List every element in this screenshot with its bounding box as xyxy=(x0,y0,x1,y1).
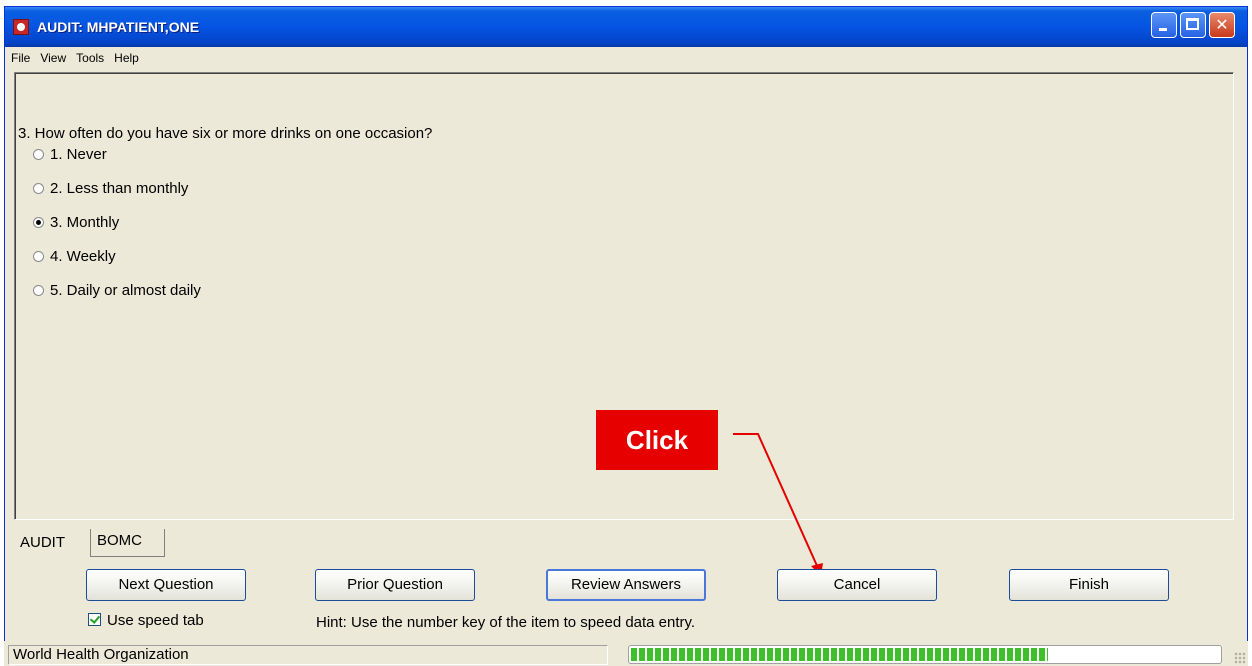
option-daily[interactable]: 5. Daily or almost daily xyxy=(33,282,201,299)
radio-monthly[interactable] xyxy=(33,216,44,228)
radio-less-than-monthly[interactable] xyxy=(33,182,44,194)
option-less-than-monthly[interactable]: 2. Less than monthly xyxy=(33,180,188,197)
question-text: 3. How often do you have six or more dri… xyxy=(18,125,433,142)
minimize-button[interactable] xyxy=(1151,12,1177,38)
speed-tab-option[interactable]: Use speed tab xyxy=(88,612,204,629)
status-text: World Health Organization xyxy=(8,645,608,665)
finish-button[interactable]: Finish xyxy=(1009,569,1169,601)
status-bar: World Health Organization xyxy=(4,641,1248,666)
title-bar[interactable]: AUDIT: MHPATIENT,ONE ✕ xyxy=(5,7,1247,47)
tab-bomc[interactable]: BOMC xyxy=(90,529,165,557)
tab-audit[interactable]: AUDIT xyxy=(14,529,90,557)
cancel-button[interactable]: Cancel xyxy=(777,569,937,601)
next-question-button[interactable]: Next Question xyxy=(86,569,246,601)
menu-tools[interactable]: Tools xyxy=(71,47,109,69)
option-never[interactable]: 1. Never xyxy=(33,146,107,163)
option-label: 5. Daily or almost daily xyxy=(50,282,201,299)
radio-weekly[interactable] xyxy=(33,250,44,262)
minimize-icon xyxy=(1159,28,1167,31)
option-label: 1. Never xyxy=(50,146,107,163)
close-icon: ✕ xyxy=(1215,15,1229,34)
menu-help[interactable]: Help xyxy=(109,47,144,69)
radio-daily[interactable] xyxy=(33,284,44,296)
option-weekly[interactable]: 4. Weekly xyxy=(33,248,116,265)
menu-view[interactable]: View xyxy=(35,47,71,69)
option-label: 2. Less than monthly xyxy=(50,180,189,197)
maximize-icon xyxy=(1186,18,1199,30)
app-icon[interactable] xyxy=(13,19,29,35)
click-callout: Click xyxy=(596,410,718,470)
radio-never[interactable] xyxy=(33,148,44,160)
prior-question-button[interactable]: Prior Question xyxy=(315,569,475,601)
resize-grip-icon[interactable] xyxy=(1234,652,1246,664)
speed-tab-label: Use speed tab xyxy=(107,612,204,629)
menu-file[interactable]: File xyxy=(5,47,35,69)
close-button[interactable]: ✕ xyxy=(1209,12,1235,38)
hint-text: Hint: Use the number key of the item to … xyxy=(316,614,696,631)
maximize-button[interactable] xyxy=(1180,12,1206,38)
option-label: 4. Weekly xyxy=(50,248,116,265)
option-label: 3. Monthly xyxy=(50,214,120,231)
progress-bar xyxy=(628,645,1222,664)
speed-tab-checkbox[interactable] xyxy=(88,612,101,626)
menu-bar: File View Tools Help xyxy=(5,47,1247,69)
option-monthly[interactable]: 3. Monthly xyxy=(33,214,119,231)
window-title: AUDIT: MHPATIENT,ONE xyxy=(37,19,200,35)
progress-fill xyxy=(631,648,1049,661)
review-answers-button[interactable]: Review Answers xyxy=(546,569,706,601)
